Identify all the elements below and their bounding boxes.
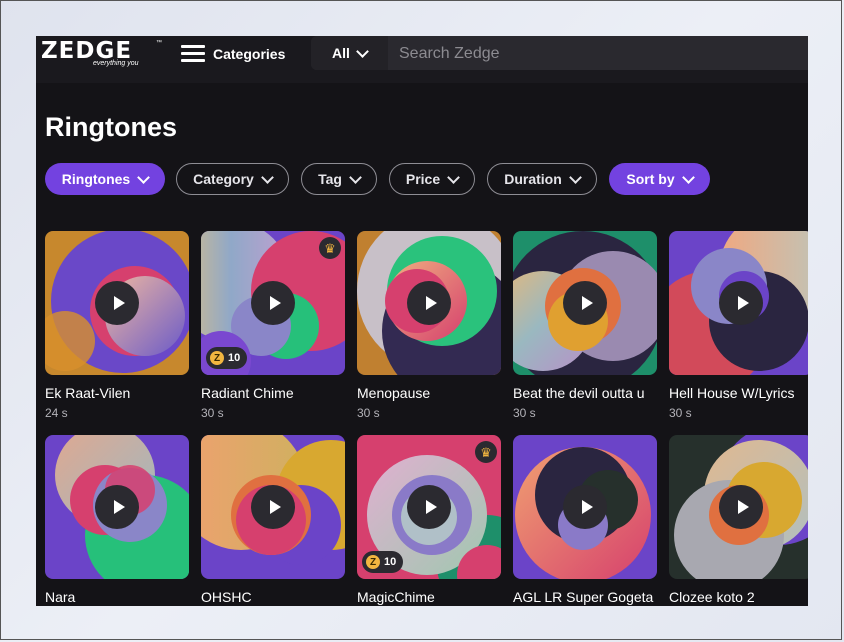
- logo-trademark: ™: [156, 40, 162, 46]
- play-icon: [581, 500, 593, 514]
- filter-label: Category: [193, 171, 254, 187]
- coin-price-badge: Z 10: [362, 551, 404, 573]
- play-icon: [737, 296, 749, 310]
- search-bar: All: [311, 36, 808, 72]
- ringtone-title[interactable]: Menopause: [357, 384, 507, 402]
- search-input[interactable]: [397, 36, 801, 72]
- ringtone-title[interactable]: OHSHC: [201, 588, 351, 606]
- filter-price[interactable]: Price: [389, 163, 475, 195]
- coin-amount: 10: [384, 556, 397, 568]
- filter-category[interactable]: Category: [176, 163, 289, 195]
- app-window: ZEDGE ™ everything you Categories All Ri…: [36, 36, 808, 606]
- ringtone-card[interactable]: Hell House W/Lyrics 30 s: [669, 231, 808, 420]
- coin-amount: 10: [228, 352, 241, 364]
- zedge-coin-icon: Z: [210, 351, 224, 365]
- play-icon: [269, 296, 281, 310]
- ringtone-card[interactable]: ♛ Z 10 MagicChime: [357, 435, 501, 605]
- ringtone-duration: 30 s: [669, 406, 692, 420]
- chevron-down-icon: [447, 170, 460, 184]
- search-scope-dropdown[interactable]: All: [311, 36, 388, 70]
- ringtone-card[interactable]: Beat the devil outta u 30 s: [513, 231, 657, 420]
- filter-ringtones[interactable]: Ringtones: [45, 163, 165, 195]
- top-bar: ZEDGE ™ everything you Categories All: [36, 36, 808, 83]
- play-icon: [269, 500, 281, 514]
- ringtone-card[interactable]: Nara: [45, 435, 189, 605]
- ringtone-duration: 30 s: [513, 406, 536, 420]
- filter-label: Duration: [504, 171, 562, 187]
- ringtone-card[interactable]: Clozee koto 2: [669, 435, 808, 605]
- chevron-down-icon: [137, 170, 151, 184]
- play-button[interactable]: [563, 485, 607, 529]
- logo-tagline: everything you: [93, 60, 139, 67]
- play-button[interactable]: [407, 485, 451, 529]
- ringtone-duration: 24 s: [45, 406, 68, 420]
- play-icon: [581, 296, 593, 310]
- play-button[interactable]: [719, 485, 763, 529]
- sort-by-button[interactable]: Sort by: [609, 163, 710, 195]
- play-icon: [425, 296, 437, 310]
- chevron-down-icon: [260, 170, 274, 184]
- play-icon: [113, 296, 125, 310]
- play-button[interactable]: [407, 281, 451, 325]
- ringtone-card[interactable]: OHSHC: [201, 435, 345, 605]
- ringtone-title[interactable]: Nara: [45, 588, 195, 606]
- filter-label: Tag: [318, 171, 342, 187]
- play-button[interactable]: [251, 281, 295, 325]
- search-scope-label: All: [332, 45, 350, 61]
- play-button[interactable]: [251, 485, 295, 529]
- filter-label: Price: [405, 171, 441, 187]
- ringtone-duration: 30 s: [201, 406, 224, 420]
- chevron-down-icon: [568, 170, 582, 184]
- filter-label: Ringtones: [61, 171, 131, 187]
- filter-duration[interactable]: Duration: [487, 163, 597, 195]
- coin-price-badge: Z 10: [206, 347, 248, 369]
- filter-label: Sort by: [626, 171, 675, 187]
- play-button[interactable]: [95, 281, 139, 325]
- categories-button[interactable]: Categories: [213, 45, 285, 63]
- ringtone-duration: 30 s: [357, 406, 380, 420]
- ringtone-title[interactable]: AGL LR Super Gogeta: [513, 588, 663, 606]
- ringtone-card[interactable]: Menopause 30 s: [357, 231, 501, 420]
- ringtone-title[interactable]: Beat the devil outta u: [513, 384, 663, 402]
- zedge-logo[interactable]: ZEDGE ™ everything you: [41, 39, 162, 69]
- play-icon: [737, 500, 749, 514]
- ringtone-title[interactable]: Hell House W/Lyrics: [669, 384, 808, 402]
- play-button[interactable]: [563, 281, 607, 325]
- premium-crown-icon: ♛: [319, 237, 341, 259]
- play-icon: [425, 500, 437, 514]
- menu-icon[interactable]: [181, 45, 205, 63]
- ringtone-card[interactable]: ♛ Z 10 Radiant Chime 30 s: [201, 231, 345, 420]
- ringtone-title[interactable]: MagicChime: [357, 588, 507, 606]
- chevron-down-icon: [356, 44, 369, 58]
- play-button[interactable]: [719, 281, 763, 325]
- page-title: Ringtones: [45, 112, 177, 142]
- ringtone-title[interactable]: Clozee koto 2: [669, 588, 808, 606]
- ringtone-card[interactable]: Ek Raat-Vilen 24 s: [45, 231, 189, 420]
- play-button[interactable]: [95, 485, 139, 529]
- play-icon: [113, 500, 125, 514]
- chevron-down-icon: [681, 170, 695, 184]
- premium-crown-icon: ♛: [475, 441, 497, 463]
- ringtone-title[interactable]: Radiant Chime: [201, 384, 351, 402]
- filter-tag[interactable]: Tag: [301, 163, 377, 195]
- ringtone-card[interactable]: AGL LR Super Gogeta: [513, 435, 657, 605]
- ringtone-title[interactable]: Ek Raat-Vilen: [45, 384, 195, 402]
- chevron-down-icon: [349, 170, 362, 184]
- zedge-coin-icon: Z: [366, 555, 380, 569]
